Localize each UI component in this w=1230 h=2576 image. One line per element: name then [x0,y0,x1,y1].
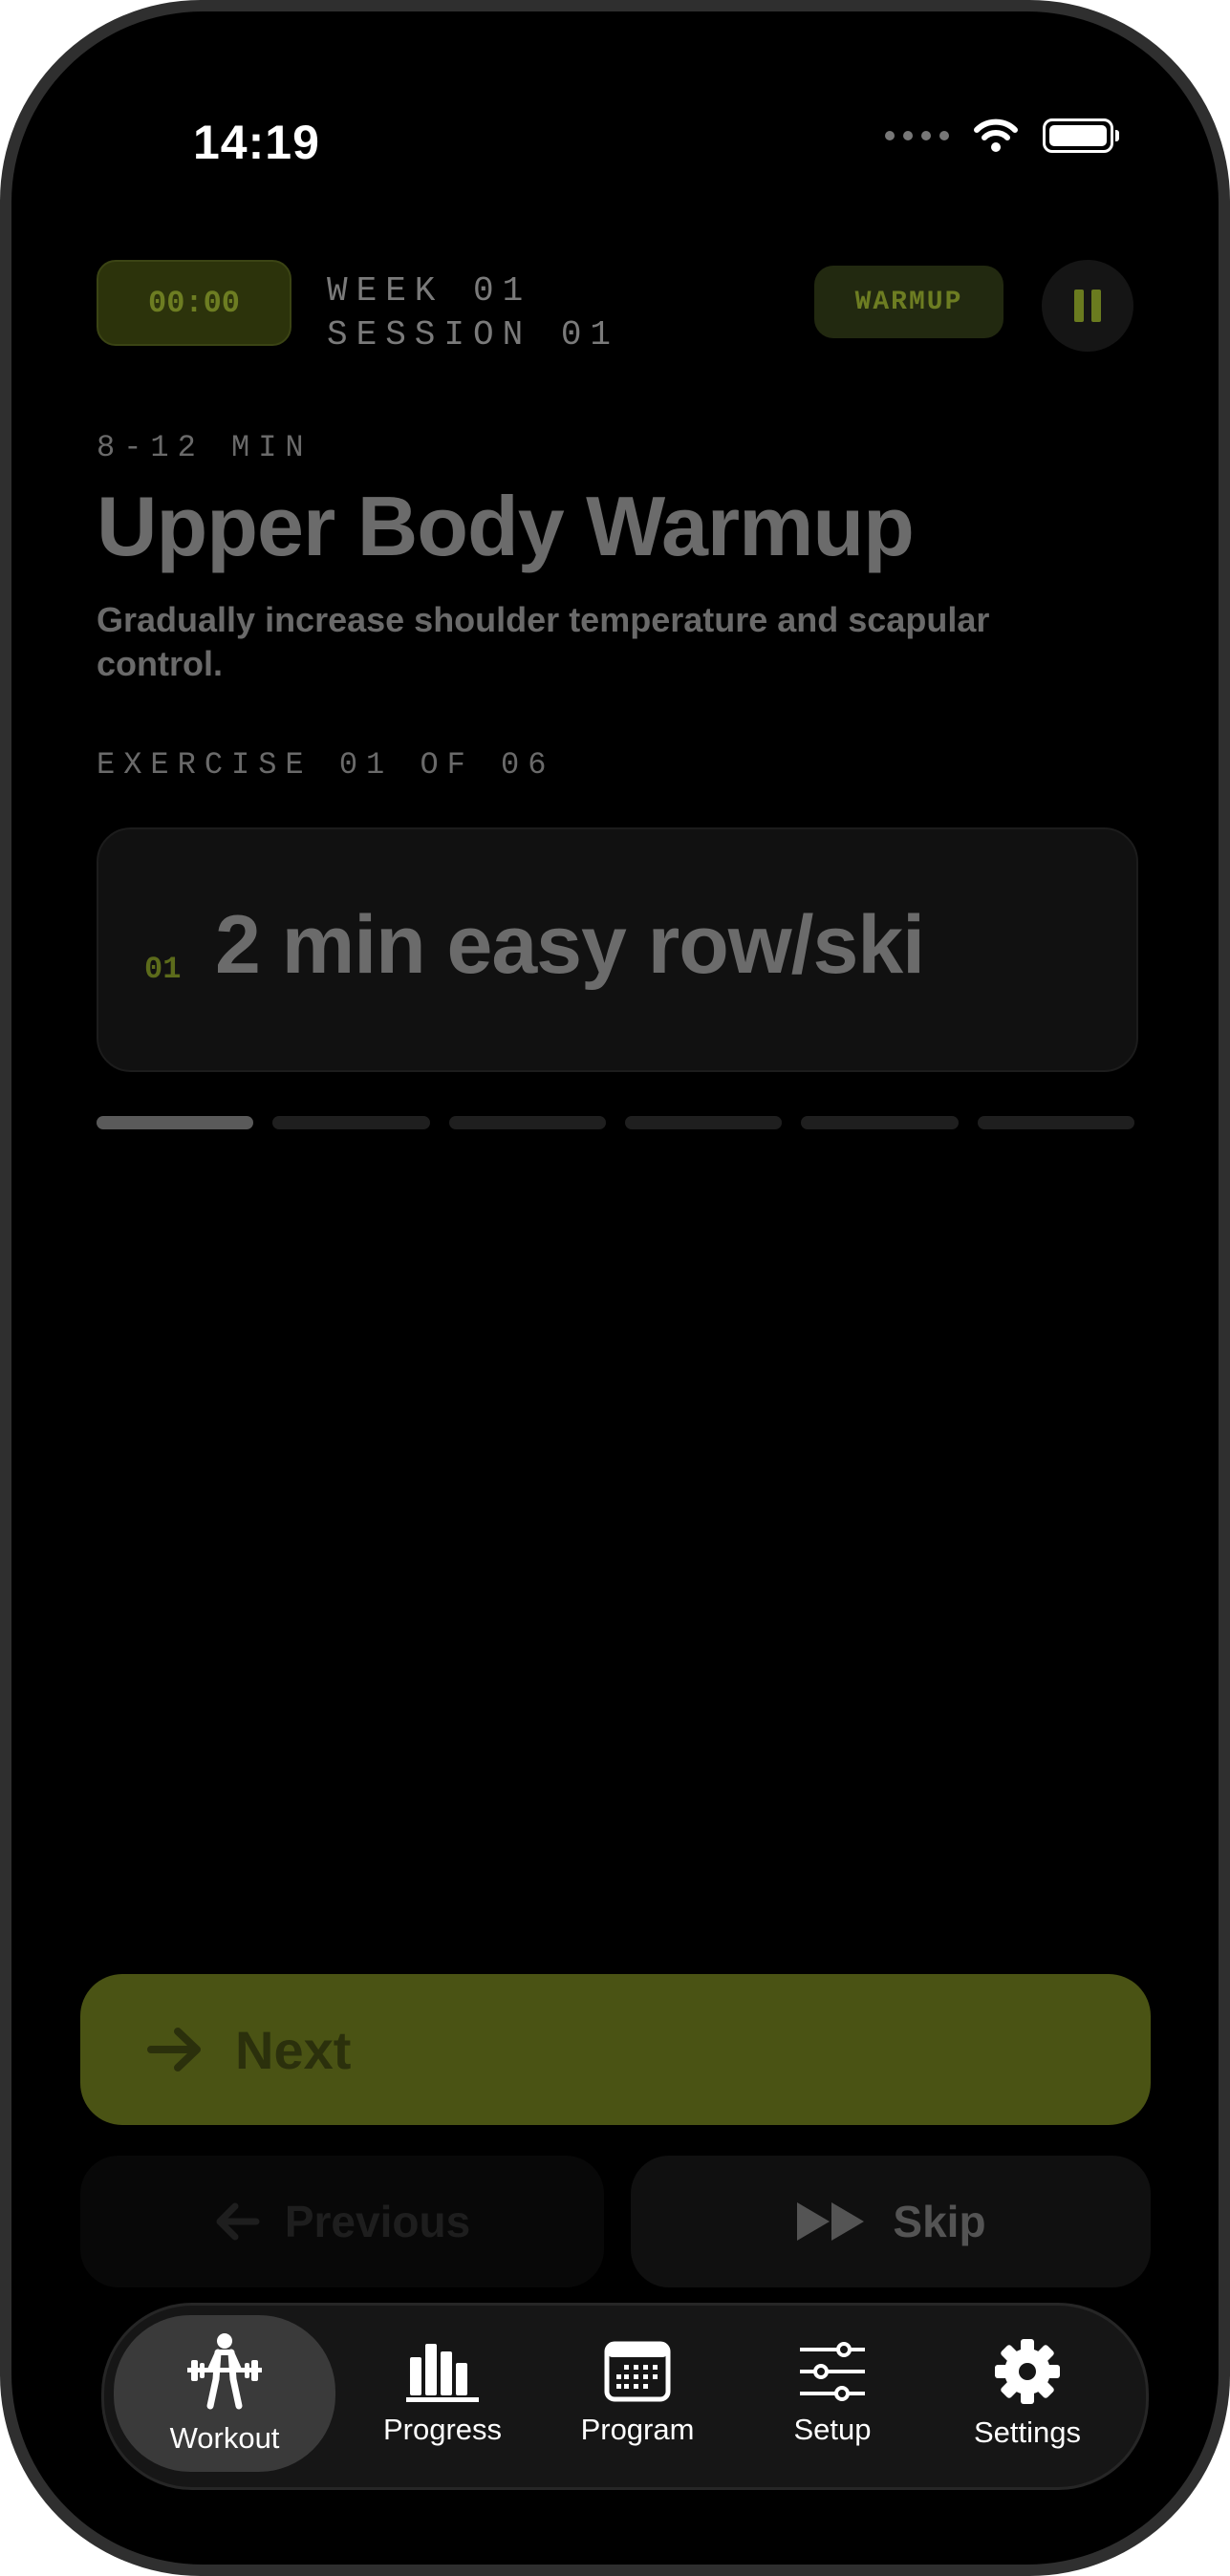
tab-program[interactable]: Program [542,2315,733,2472]
progress-segment [448,1116,606,1129]
tab-workout[interactable]: Workout [114,2315,335,2472]
device-frame: 14:19 00:00 WEEK 01 SESSION 01 WARMUP 8-… [0,0,1230,2576]
skip-button-label: Skip [893,2197,986,2246]
pause-icon [1074,290,1084,322]
tab-label: Workout [169,2421,280,2455]
status-time: 14:19 [193,116,320,169]
battery-icon [1043,118,1119,153]
progress-segment [624,1116,783,1129]
tab-bar: Workout Progress Program Setup Settings [101,2303,1149,2490]
progress-segment [97,1116,254,1129]
sliders-icon [800,2342,865,2401]
pause-button[interactable] [1042,260,1133,352]
exercise-card[interactable]: 01 2 min easy row/ski [97,827,1138,1072]
arrow-left-icon [216,2202,260,2241]
phase-badge: WARMUP [814,266,1003,338]
screen: 14:19 00:00 WEEK 01 SESSION 01 WARMUP 8-… [11,11,1219,2565]
tab-label: Progress [382,2413,503,2446]
tab-label: Settings [973,2415,1081,2449]
previous-button-label: Previous [284,2197,471,2246]
progress-segment [977,1116,1134,1129]
status-icons [885,118,1119,153]
block-title: Upper Body Warmup [97,479,915,573]
tab-label: Setup [793,2413,872,2446]
exercise-progress [97,1116,1134,1129]
block-description: Gradually increase shoulder temperature … [97,600,990,683]
exercise-count: EXERCISE 01 OF 06 [97,747,555,783]
exercise-number: 01 [144,952,182,987]
session-label: SESSION 01 [327,315,620,354]
next-button-label: Next [235,2019,352,2080]
skip-button[interactable]: Skip [631,2156,1151,2287]
week-session-label: WEEK 01 SESSION 01 [327,269,619,357]
arrow-right-icon [147,2028,201,2072]
previous-button[interactable]: Previous [80,2156,604,2287]
signal-icon [885,131,949,140]
progress-segment [272,1116,430,1129]
workout-timer: 00:00 [97,260,291,346]
block-duration: 8-12 MIN [97,430,313,465]
next-button[interactable]: Next [80,1974,1151,2125]
tab-setup[interactable]: Setup [737,2315,928,2472]
tab-progress[interactable]: Progress [347,2315,538,2472]
progress-segment [801,1116,959,1129]
weightlifter-icon [187,2333,262,2410]
week-label: WEEK 01 [327,271,532,311]
calendar-icon [604,2341,671,2402]
gear-icon [995,2339,1060,2404]
wifi-icon [974,118,1018,152]
bar-chart-icon [406,2344,479,2402]
exercise-title: 2 min easy row/ski [215,899,925,991]
tab-label: Program [580,2413,695,2446]
fast-forward-icon [797,2202,865,2241]
tab-settings[interactable]: Settings [932,2315,1123,2472]
